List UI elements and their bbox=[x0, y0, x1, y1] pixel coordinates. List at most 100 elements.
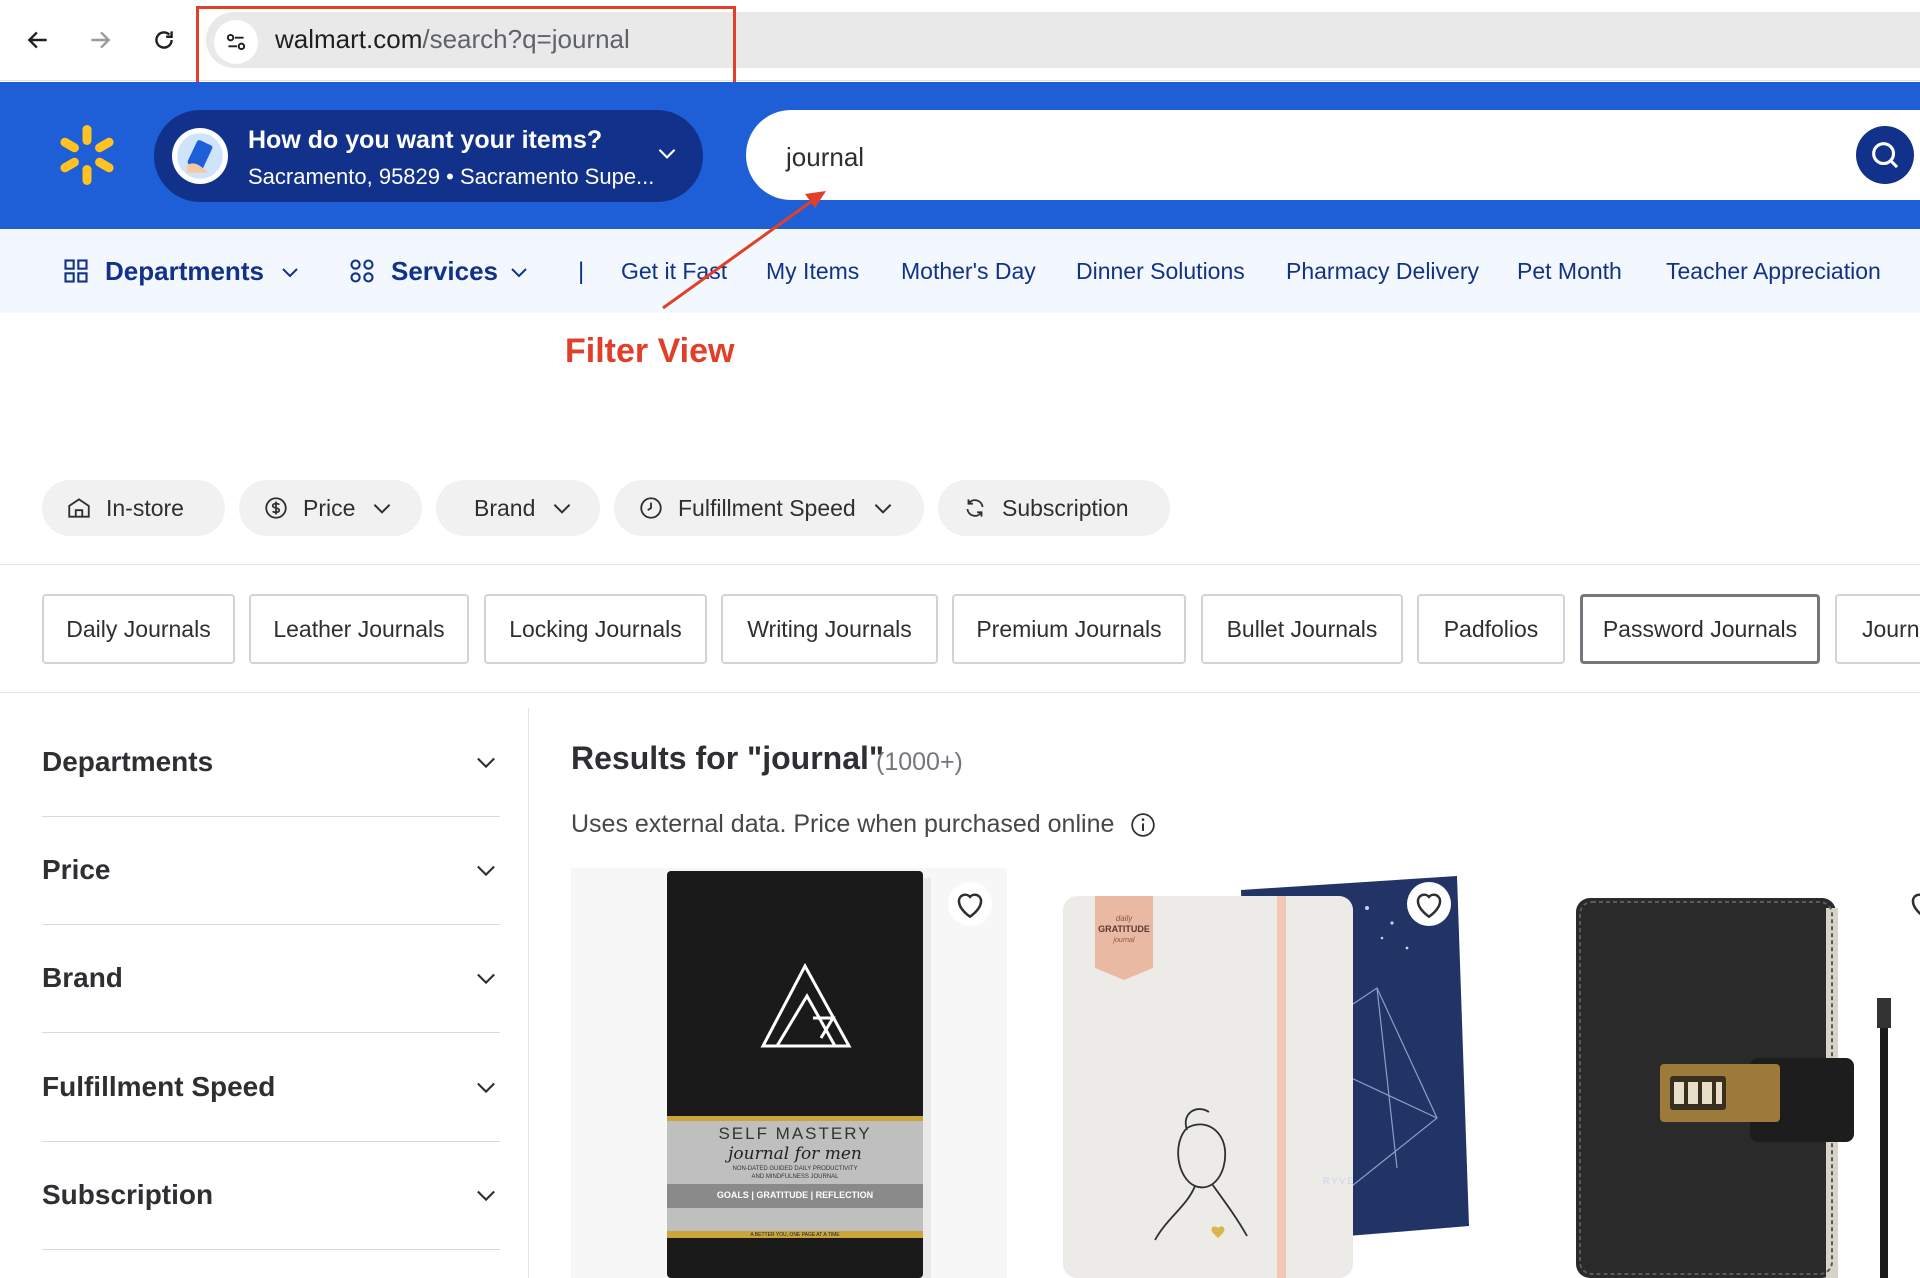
dollar-icon bbox=[265, 497, 287, 519]
heart-icon bbox=[1416, 893, 1442, 919]
sidebar-filter-label: Price bbox=[42, 854, 111, 885]
sidebar-filter-label: Subscription bbox=[42, 1179, 214, 1210]
product-cover-line: journal bbox=[1113, 937, 1135, 944]
sidebar-filter-label: Departments bbox=[42, 746, 214, 777]
nav-link-my-items[interactable]: My Items bbox=[766, 258, 859, 285]
favorite-button[interactable] bbox=[948, 882, 992, 926]
chip-writing-journals[interactable]: Writing Journals bbox=[721, 594, 938, 664]
price-note: Uses external data. Price when purchased… bbox=[571, 810, 1115, 838]
sidebar-filter-label: Fulfillment Speed bbox=[42, 1071, 276, 1102]
product-cover-line: AND MINDFULNESS JOURNAL bbox=[751, 1174, 839, 1180]
results-title: Results for "journal" bbox=[571, 740, 885, 776]
results-count: (1000+) bbox=[876, 748, 963, 776]
filter-label: Brand bbox=[474, 494, 536, 521]
filter-in-store[interactable]: In-store bbox=[42, 480, 225, 536]
forward-button[interactable] bbox=[82, 22, 118, 58]
search-value[interactable]: journal bbox=[786, 142, 864, 173]
filter-label: Fulfillment Speed bbox=[678, 494, 856, 521]
chevron-down-icon bbox=[554, 504, 571, 514]
chip-bullet-journals[interactable]: Bullet Journals bbox=[1201, 594, 1403, 664]
nav-link-mothers-day[interactable]: Mother's Day bbox=[901, 258, 1036, 285]
heart-icon bbox=[1911, 893, 1920, 916]
clock-icon bbox=[640, 497, 662, 519]
product-card-gratitude-journal[interactable]: daily GRATITUDE journal RYVE bbox=[1037, 868, 1477, 1278]
sidebar-filter-subscription[interactable]: Subscription bbox=[42, 1141, 500, 1250]
nav-separator: | bbox=[578, 258, 585, 285]
divider bbox=[0, 692, 1920, 693]
search-button[interactable] bbox=[1856, 126, 1914, 184]
divider bbox=[0, 564, 1920, 565]
sidebar-filter-price[interactable]: Price bbox=[42, 816, 500, 925]
filter-label: Subscription bbox=[1002, 494, 1129, 521]
info-icon[interactable] bbox=[1130, 812, 1156, 838]
filter-label: In-store bbox=[106, 494, 184, 521]
store-icon bbox=[68, 498, 90, 518]
chevron-down-icon bbox=[477, 865, 495, 877]
filter-subscription[interactable]: Subscription bbox=[938, 480, 1170, 536]
product-brand-mark: RYVE bbox=[1323, 1176, 1356, 1186]
sidebar-filter-fulfillment-speed[interactable]: Fulfillment Speed bbox=[42, 1033, 500, 1142]
filter-fulfillment-speed[interactable]: Fulfillment Speed bbox=[614, 480, 924, 536]
reload-icon bbox=[155, 31, 173, 49]
product-cover-line: GRATITUDE bbox=[1098, 924, 1150, 934]
filter-label: Price bbox=[303, 494, 356, 521]
chevron-down-icon bbox=[374, 504, 391, 514]
chevron-down-icon bbox=[477, 1190, 495, 1202]
chevron-down-icon bbox=[477, 973, 495, 985]
favorite-button[interactable] bbox=[1902, 882, 1920, 926]
refresh-icon bbox=[966, 499, 984, 517]
chevron-down-icon bbox=[658, 148, 676, 159]
chip-daily-journals[interactable]: Daily Journals bbox=[42, 594, 235, 664]
nav-link-pharmacy-delivery[interactable]: Pharmacy Delivery bbox=[1286, 258, 1479, 285]
product-image bbox=[571, 868, 1007, 1278]
product-cover-line: NON-DATED GUIDED DAILY PRODUCTIVITY bbox=[732, 1166, 858, 1172]
product-cover-line: SELF MASTERY bbox=[718, 1124, 872, 1143]
chevron-down-icon bbox=[282, 268, 298, 278]
grid-icon bbox=[64, 259, 88, 283]
annotation-label: Filter View bbox=[565, 332, 735, 370]
forward-arrow-icon bbox=[91, 31, 111, 49]
chip-leather-journals[interactable]: Leather Journals bbox=[249, 594, 469, 664]
chevron-down-icon bbox=[874, 504, 891, 514]
back-button[interactable] bbox=[20, 22, 56, 58]
annotation-box bbox=[196, 6, 736, 90]
chip-locking-journals[interactable]: Locking Journals bbox=[484, 594, 707, 664]
services-menu[interactable]: Services bbox=[391, 256, 498, 287]
chip-password-journals[interactable]: Password Journals bbox=[1580, 594, 1820, 664]
search-input[interactable] bbox=[746, 110, 1920, 200]
product-image bbox=[1510, 868, 1920, 1278]
reload-button[interactable] bbox=[146, 22, 182, 58]
product-cover-line: GOALS | GRATITUDE | REFLECTION bbox=[716, 1190, 874, 1200]
chip-premium-journals[interactable]: Premium Journals bbox=[952, 594, 1186, 664]
departments-menu[interactable]: Departments bbox=[105, 256, 264, 287]
product-card-locking-journal[interactable] bbox=[1510, 868, 1920, 1278]
services-icon bbox=[350, 259, 374, 283]
sidebar-filter-label: Brand bbox=[42, 962, 123, 993]
chevron-down-icon bbox=[477, 1082, 495, 1094]
location-subtitle: Sacramento, 95829 • Sacramento Supe... bbox=[248, 164, 655, 189]
search-icon bbox=[1872, 142, 1899, 169]
product-cover-line: journal for men bbox=[728, 1144, 862, 1164]
product-cover-line: daily bbox=[1115, 914, 1133, 923]
chevron-down-icon bbox=[477, 757, 495, 769]
nav-link-get-it-fast[interactable]: Get it Fast bbox=[621, 258, 727, 285]
nav-link-teacher-appreciation[interactable]: Teacher Appreciation bbox=[1666, 258, 1881, 285]
back-arrow-icon bbox=[27, 31, 47, 49]
product-card-self-mastery[interactable]: SELF MASTERY journal for men NON-DATED G… bbox=[571, 868, 1007, 1278]
heart-icon bbox=[957, 893, 983, 919]
sidebar-filter-brand[interactable]: Brand bbox=[42, 924, 500, 1033]
chevron-down-icon bbox=[511, 268, 527, 278]
product-cover-line: A BETTER YOU, ONE PAGE AT A TIME bbox=[750, 1232, 840, 1238]
location-title: How do you want your items? bbox=[248, 126, 603, 154]
nav-link-pet-month[interactable]: Pet Month bbox=[1517, 258, 1622, 285]
chip-journals-truncated[interactable]: Journ bbox=[1835, 594, 1920, 664]
filter-brand[interactable]: Brand bbox=[436, 480, 600, 536]
filter-price[interactable]: Price bbox=[239, 480, 422, 536]
delivery-phone-icon bbox=[172, 128, 228, 184]
walmart-spark-logo[interactable] bbox=[54, 122, 120, 188]
nav-link-dinner-solutions[interactable]: Dinner Solutions bbox=[1076, 258, 1245, 285]
chip-padfolios[interactable]: Padfolios bbox=[1417, 594, 1565, 664]
favorite-button[interactable] bbox=[1407, 882, 1451, 926]
sidebar-divider bbox=[528, 708, 529, 1278]
sidebar-filter-departments[interactable]: Departments bbox=[42, 708, 500, 817]
